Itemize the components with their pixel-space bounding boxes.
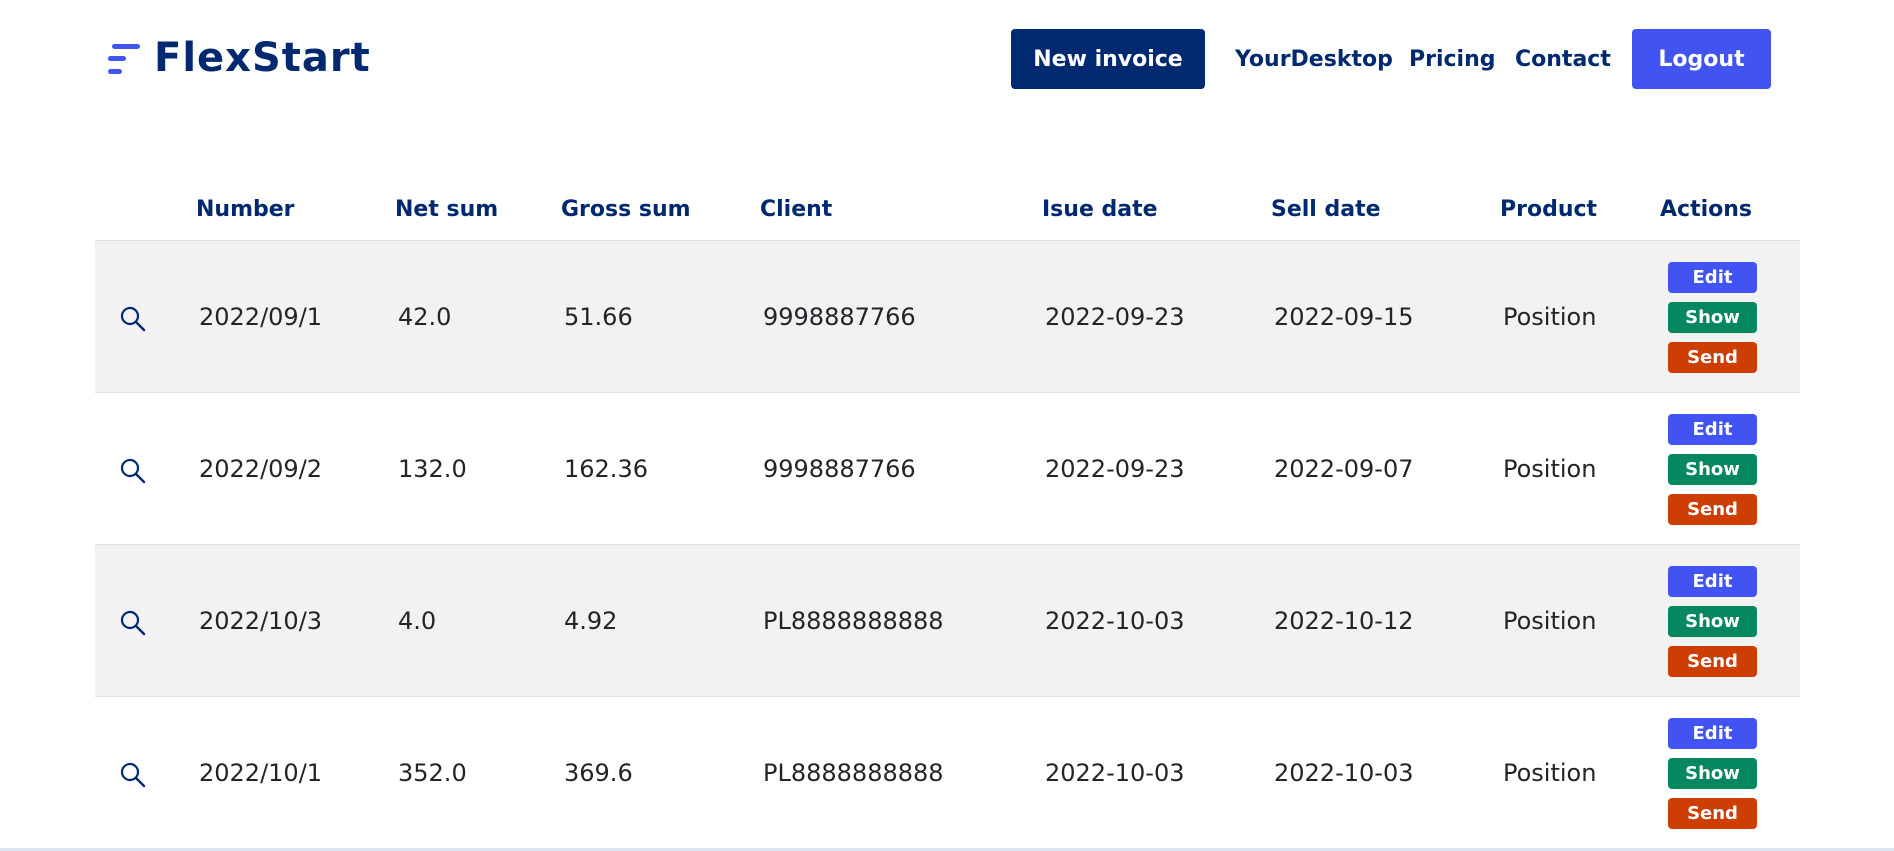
search-icon[interactable] xyxy=(119,609,147,637)
nav-link-pricing[interactable]: Pricing xyxy=(1409,29,1496,89)
cell-net-sum: 42.0 xyxy=(398,303,452,331)
brand-logo[interactable]: FlexStart xyxy=(108,33,371,83)
cell-net-sum: 4.0 xyxy=(398,607,437,635)
new-invoice-button[interactable]: New invoice xyxy=(1011,29,1205,89)
row-actions: Edit Show Send xyxy=(1668,718,1757,838)
search-icon[interactable] xyxy=(119,457,147,485)
col-header-client: Client xyxy=(760,197,833,222)
logout-button[interactable]: Logout xyxy=(1632,29,1771,89)
cell-number: 2022/09/1 xyxy=(199,303,323,331)
cell-issue-date: 2022-10-03 xyxy=(1045,607,1185,635)
cell-product: Position xyxy=(1503,759,1597,787)
cell-gross-sum: 369.6 xyxy=(564,759,633,787)
cell-sell-date: 2022-09-15 xyxy=(1274,303,1414,331)
search-icon[interactable] xyxy=(119,305,147,333)
cell-number: 2022/10/3 xyxy=(199,607,323,635)
table-row: 2022/10/3 4.0 4.92 PL8888888888 2022-10-… xyxy=(95,545,1800,697)
cell-client: 9998887766 xyxy=(763,303,916,331)
row-actions: Edit Show Send xyxy=(1668,414,1757,534)
edit-button[interactable]: Edit xyxy=(1668,414,1757,445)
col-header-issue-date: Isue date xyxy=(1042,197,1158,222)
send-button[interactable]: Send xyxy=(1668,646,1757,677)
cell-gross-sum: 4.92 xyxy=(564,607,618,635)
col-header-number: Number xyxy=(196,197,295,222)
cell-gross-sum: 162.36 xyxy=(564,455,648,483)
col-header-net-sum: Net sum xyxy=(395,197,499,222)
cell-sell-date: 2022-10-12 xyxy=(1274,607,1414,635)
show-button[interactable]: Show xyxy=(1668,606,1757,637)
cell-client: PL8888888888 xyxy=(763,759,944,787)
cell-product: Position xyxy=(1503,455,1597,483)
col-header-product: Product xyxy=(1500,197,1598,222)
col-header-sell-date: Sell date xyxy=(1271,197,1381,222)
nav-link-contact[interactable]: Contact xyxy=(1515,29,1611,89)
col-header-gross-sum: Gross sum xyxy=(561,197,691,222)
invoice-table: Number Net sum Gross sum Client Isue dat… xyxy=(95,180,1800,849)
brand-name: FlexStart xyxy=(154,35,371,81)
cell-sell-date: 2022-09-07 xyxy=(1274,455,1414,483)
nav-link-yourdesktop[interactable]: YourDesktop xyxy=(1235,29,1393,89)
site-header: FlexStart New invoice YourDesktop Pricin… xyxy=(0,0,1894,120)
show-button[interactable]: Show xyxy=(1668,758,1757,789)
send-button[interactable]: Send xyxy=(1668,342,1757,373)
send-button[interactable]: Send xyxy=(1668,494,1757,525)
send-button[interactable]: Send xyxy=(1668,798,1757,829)
col-header-actions: Actions xyxy=(1660,197,1752,222)
row-actions: Edit Show Send xyxy=(1668,262,1757,382)
cell-issue-date: 2022-10-03 xyxy=(1045,759,1185,787)
cell-gross-sum: 51.66 xyxy=(564,303,633,331)
edit-button[interactable]: Edit xyxy=(1668,262,1757,293)
table-row: 2022/09/1 42.0 51.66 9998887766 2022-09-… xyxy=(95,241,1800,393)
table-row: 2022/10/1 352.0 369.6 PL8888888888 2022-… xyxy=(95,697,1800,849)
table-header: Number Net sum Gross sum Client Isue dat… xyxy=(95,180,1800,241)
cell-sell-date: 2022-10-03 xyxy=(1274,759,1414,787)
edit-button[interactable]: Edit xyxy=(1668,566,1757,597)
show-button[interactable]: Show xyxy=(1668,454,1757,485)
cell-client: 9998887766 xyxy=(763,455,916,483)
cell-product: Position xyxy=(1503,303,1597,331)
cell-client: PL8888888888 xyxy=(763,607,944,635)
cell-issue-date: 2022-09-23 xyxy=(1045,455,1185,483)
table-row: 2022/09/2 132.0 162.36 9998887766 2022-0… xyxy=(95,393,1800,545)
cell-net-sum: 352.0 xyxy=(398,759,467,787)
cell-product: Position xyxy=(1503,607,1597,635)
row-actions: Edit Show Send xyxy=(1668,566,1757,686)
edit-button[interactable]: Edit xyxy=(1668,718,1757,749)
show-button[interactable]: Show xyxy=(1668,302,1757,333)
cell-number: 2022/09/2 xyxy=(199,455,323,483)
logo-mark-icon xyxy=(108,36,144,80)
cell-issue-date: 2022-09-23 xyxy=(1045,303,1185,331)
cell-net-sum: 132.0 xyxy=(398,455,467,483)
search-icon[interactable] xyxy=(119,761,147,789)
cell-number: 2022/10/1 xyxy=(199,759,323,787)
